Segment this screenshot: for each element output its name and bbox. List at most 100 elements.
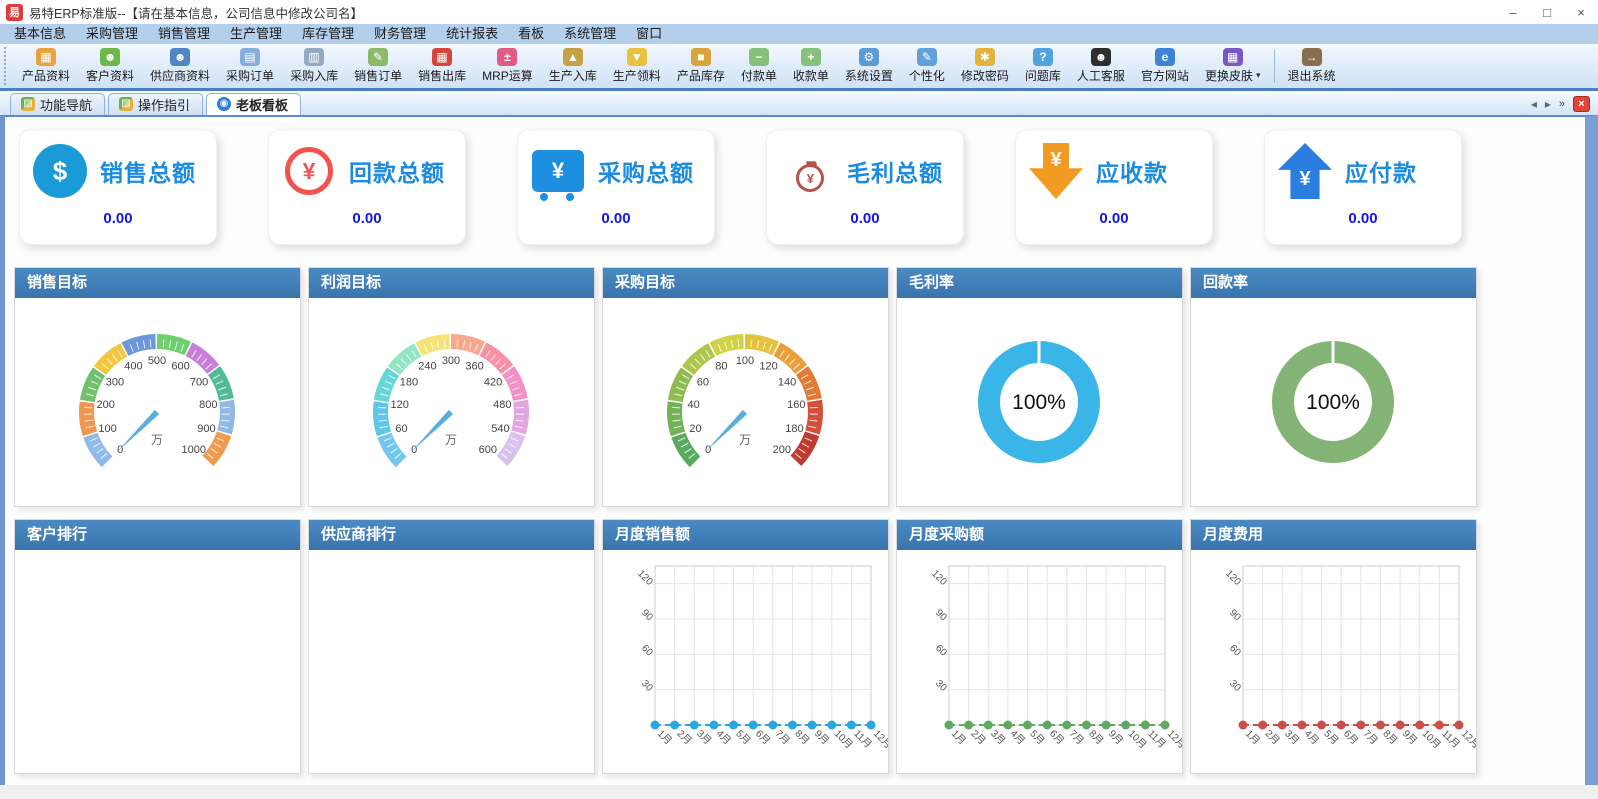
- toolbar-button-label: 付款单: [740, 69, 777, 83]
- svg-text:30: 30: [1227, 678, 1243, 694]
- menu-item[interactable]: 基本信息: [4, 24, 76, 44]
- toolbar-button[interactable]: ☻ 人工客服: [1069, 45, 1133, 87]
- minimize-button[interactable]: –: [1496, 1, 1530, 23]
- supplier-icon: ☻: [170, 48, 191, 66]
- svg-text:8月: 8月: [1086, 728, 1105, 747]
- toolbar-button[interactable]: ▼ 生产领料: [605, 45, 669, 87]
- toolbar-button-label: 问题库: [1024, 69, 1061, 83]
- toolbar-button[interactable]: e 官方网站: [1133, 45, 1197, 87]
- menu-item[interactable]: 看板: [508, 24, 554, 44]
- svg-text:8月: 8月: [1380, 728, 1399, 747]
- toolbar-button[interactable]: ▦ 更换皮肤 ▾: [1197, 45, 1269, 87]
- password-icon: ✱: [974, 48, 995, 66]
- production-pick-icon: ▼: [626, 48, 647, 66]
- kpi-card: ↗ 毛利总额 0.00: [766, 129, 964, 245]
- tab-item[interactable]: ▧ 操作指引: [108, 93, 204, 115]
- toolbar-button[interactable]: ✱ 修改密码: [953, 45, 1017, 87]
- menu-item[interactable]: 库存管理: [292, 24, 364, 44]
- toolbar-button[interactable]: ? 问题库: [1017, 45, 1069, 87]
- svg-text:1000: 1000: [182, 444, 206, 456]
- toolbar-button[interactable]: − 付款单: [733, 45, 785, 87]
- svg-text:300: 300: [106, 376, 124, 388]
- toolbar-button-label: 客户资料: [86, 69, 135, 83]
- guide-map-icon: ▧: [119, 97, 134, 111]
- chevron-down-icon[interactable]: ▾: [1256, 70, 1261, 81]
- product-stock-icon: ■: [690, 48, 711, 66]
- kpi-value: 0.00: [352, 210, 382, 227]
- tab-scroll-left-button[interactable]: ◂: [1531, 97, 1537, 111]
- menu-item[interactable]: 销售管理: [148, 24, 220, 44]
- toolbar-button[interactable]: ▦ 产品资料: [14, 45, 78, 87]
- kpi-card: ¥ 应付款 0.00: [1264, 129, 1462, 245]
- dashboard-panel: 采购目标 0 20 40 60 80 100 120 140 160 180 200 万: [602, 267, 889, 507]
- dashboard-panel: 客户排行: [14, 519, 301, 774]
- toolbar-button[interactable]: ■ 产品库存: [669, 45, 733, 87]
- website-icon: e: [1154, 48, 1175, 66]
- kpi-label: 回款总额: [349, 160, 445, 186]
- menu-item[interactable]: 财务管理: [364, 24, 436, 44]
- toolbar-button[interactable]: + 收款单: [785, 45, 837, 87]
- kpi-value: 0.00: [601, 210, 631, 227]
- toolbar-button[interactable]: ☻ 供应商资料: [142, 45, 218, 87]
- line-chart: 30 60 90 120 1月 2月 3月 4月 5月 6月 7月 8月 9月 10月11月12月: [929, 565, 1188, 751]
- svg-text:30: 30: [639, 678, 655, 694]
- toolbar-button[interactable]: ▤ 采购订单: [218, 45, 282, 87]
- panel-body: 30 60 90 120 1月 2月 3月 4月 5月 6月 7月 8月 9月 10月 11月 12月: [897, 550, 1188, 773]
- line-chart: 30 60 90 120 1月 2月 3月 4月 5月 6月 7月 8月 9月 10月11月12月: [635, 565, 894, 751]
- kpi-value: 0.00: [1348, 210, 1378, 227]
- toolbar-button[interactable]: ⚙ 系统设置: [837, 45, 901, 87]
- menu-item[interactable]: 窗口: [626, 24, 672, 44]
- kpi-value: 0.00: [850, 210, 880, 227]
- tab-item[interactable]: ▧ 功能导航: [10, 93, 106, 115]
- toolbar-button[interactable]: ☻ 客户资料: [78, 45, 142, 87]
- product-icon: ▦: [36, 48, 56, 66]
- mrp-icon: ±: [497, 48, 518, 66]
- panel-title: 采购目标: [603, 268, 888, 298]
- toolbar-button[interactable]: ✎ 个性化: [901, 45, 953, 87]
- svg-text:9月: 9月: [1400, 728, 1419, 747]
- svg-text:30: 30: [933, 678, 949, 694]
- menu-item[interactable]: 系统管理: [554, 24, 626, 44]
- line-chart: 30 60 90 120 1月 2月 3月 4月 5月 6月 7月 8月 9月 10月11月12月: [1223, 565, 1482, 751]
- kpi-label: 采购总额: [598, 160, 694, 186]
- svg-text:12月: 12月: [1459, 728, 1476, 751]
- trend-yuan-icon: ↗: [794, 152, 825, 192]
- svg-text:5月: 5月: [1027, 728, 1046, 747]
- menu-item[interactable]: 生产管理: [220, 24, 292, 44]
- svg-text:120: 120: [929, 568, 949, 588]
- bottom-strip: [0, 785, 1598, 799]
- toolbar-button[interactable]: ▦ 销售出库: [410, 45, 474, 87]
- nav-map-icon: ▧: [21, 97, 35, 111]
- svg-text:420: 420: [484, 376, 502, 388]
- payment-icon: −: [748, 48, 769, 66]
- toolbar-button[interactable]: ± MRP运算: [474, 45, 541, 87]
- toolbar-grip[interactable]: [4, 47, 11, 85]
- arrow-down-yuan-icon: ¥: [1029, 143, 1083, 199]
- toolbar-button[interactable]: → 退出系统: [1280, 45, 1344, 87]
- menu-item[interactable]: 统计报表: [436, 24, 508, 44]
- tab-scroll-right-button[interactable]: ▸: [1545, 97, 1551, 111]
- toolbar-button[interactable]: ✎ 销售订单: [346, 45, 410, 87]
- svg-text:600: 600: [171, 361, 189, 373]
- svg-text:800: 800: [199, 399, 217, 411]
- svg-text:10月: 10月: [1420, 728, 1443, 751]
- tab-close-button[interactable]: ×: [1573, 96, 1590, 112]
- svg-text:7月: 7月: [1067, 728, 1086, 747]
- svg-text:9月: 9月: [812, 728, 831, 747]
- exit-icon: →: [1301, 48, 1322, 66]
- toolbar-button[interactable]: ▥ 采购入库: [282, 45, 346, 87]
- receipt-icon: +: [800, 48, 821, 66]
- toolbar-button[interactable]: ▲ 生产入库: [541, 45, 605, 87]
- tab-item[interactable]: ◉ 老板看板: [206, 93, 302, 115]
- restore-button[interactable]: □: [1530, 1, 1564, 23]
- svg-text:6月: 6月: [1047, 728, 1066, 747]
- panel-title: 销售目标: [15, 268, 300, 298]
- donut-chart: 100%: [1272, 340, 1394, 463]
- tab-more-button[interactable]: »: [1559, 98, 1565, 110]
- menu-item[interactable]: 采购管理: [76, 24, 148, 44]
- panel-body: 100%: [897, 298, 1182, 506]
- svg-text:100%: 100%: [1012, 391, 1066, 414]
- kpi-card-top: ¥ 采购总额: [530, 140, 702, 202]
- close-button[interactable]: ×: [1564, 1, 1598, 23]
- svg-text:100: 100: [98, 423, 116, 435]
